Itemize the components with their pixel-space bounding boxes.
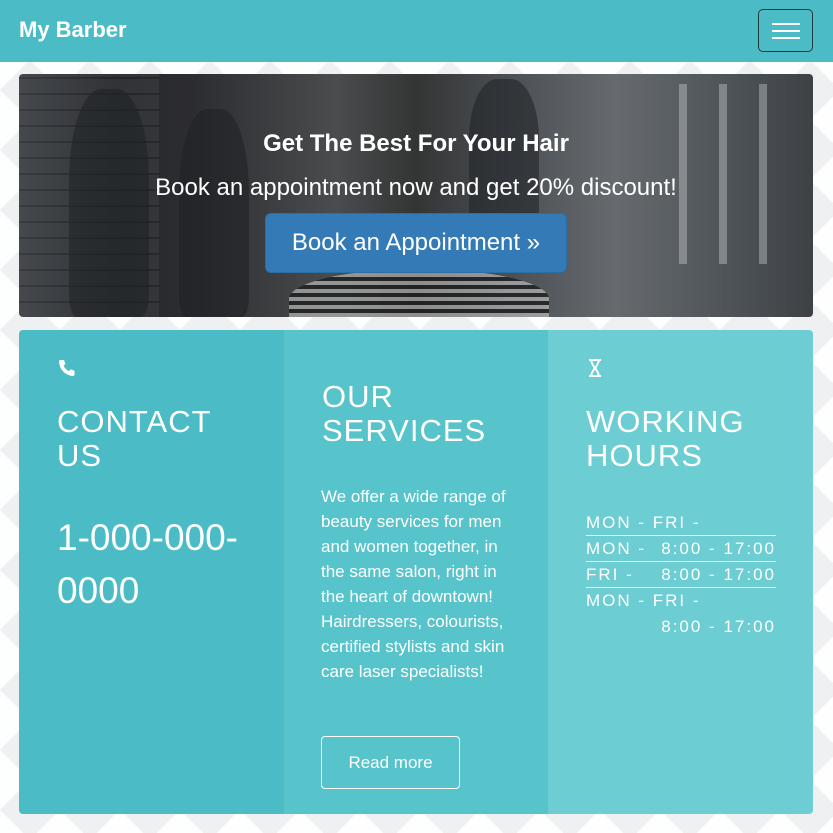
services-panel: OUR SERVICES We offer a wide range of be… (284, 330, 548, 814)
hours-panel: WORKING HOURS MON - FRI - MON - 8:00 - 1… (548, 330, 813, 814)
hamburger-icon (772, 23, 800, 25)
hero-background-customer (289, 269, 549, 317)
menu-toggle-button[interactable] (758, 9, 813, 52)
hours-day: FRI - (586, 565, 634, 584)
phone-number[interactable]: 1-000-000-0000 (57, 511, 257, 617)
phone-icon (57, 358, 77, 378)
hours-row: FRI - 8:00 - 17:00 (586, 562, 776, 588)
book-appointment-button[interactable]: Book an Appointment » (265, 213, 567, 273)
contact-panel: CONTACT US 1-000-000-0000 (19, 330, 284, 814)
hours-list: MON - FRI - MON - 8:00 - 17:00 FRI - 8:0… (586, 510, 776, 640)
hours-time: 8:00 - 17:00 (661, 539, 776, 558)
hero-banner: Get The Best For Your Hair Book an appoi… (19, 74, 813, 317)
hours-row: MON - FRI - (586, 510, 776, 536)
hourglass-icon (586, 358, 606, 378)
hours-row: MON - 8:00 - 17:00 (586, 536, 776, 562)
hours-row: MON - FRI - 8:00 - 17:00 (586, 588, 776, 640)
services-heading: OUR SERVICES (322, 379, 487, 448)
read-more-button[interactable]: Read more (321, 736, 460, 789)
navbar: My Barber (0, 0, 833, 62)
hours-time: 8:00 - 17:00 (661, 617, 776, 636)
hamburger-icon-bar (772, 37, 800, 39)
hours-heading: WORKING HOURS (586, 404, 745, 473)
brand-logo[interactable]: My Barber (19, 17, 127, 43)
hours-day: MON - (586, 539, 647, 558)
hero-title: Get The Best For Your Hair (263, 130, 569, 157)
hamburger-icon-bar (772, 30, 800, 32)
hours-time: 8:00 - 17:00 (661, 565, 776, 584)
hours-day: MON - FRI - (586, 513, 701, 532)
services-description: We offer a wide range of beauty services… (321, 487, 506, 681)
hours-day: MON - FRI - (586, 591, 701, 610)
contact-heading: CONTACT US (57, 404, 211, 473)
hero-background-person (69, 89, 149, 317)
hero-subtitle: Book an appointment now and get 20% disc… (155, 174, 677, 201)
